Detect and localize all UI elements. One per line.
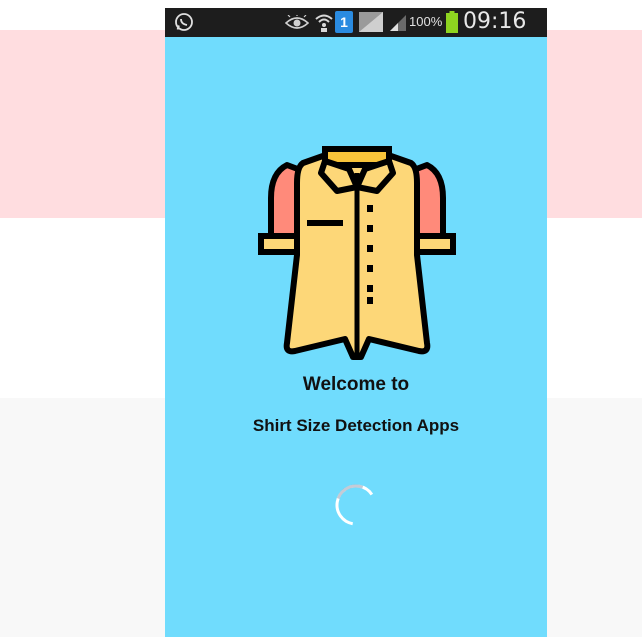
battery-icon [446,11,458,33]
spinner-icon [335,484,377,526]
status-bar: 1 100% 09:16 [165,8,547,37]
sim-icon: 1 [335,11,353,33]
phone-screen: 1 100% 09:16 Welcome to Shirt Size Detec… [165,8,547,637]
app-name: Shirt Size Detection Apps [252,416,460,435]
eye-icon [285,15,309,29]
welcome-text: Welcome to [302,374,410,395]
whatsapp-icon [175,13,193,31]
clock: 09:16 [463,9,527,34]
signal-icon [390,15,406,31]
wifi-icon [315,14,333,32]
battery-percent: 100% [409,14,443,29]
shirt-icon [258,146,456,360]
no-sim-icon [359,12,383,32]
